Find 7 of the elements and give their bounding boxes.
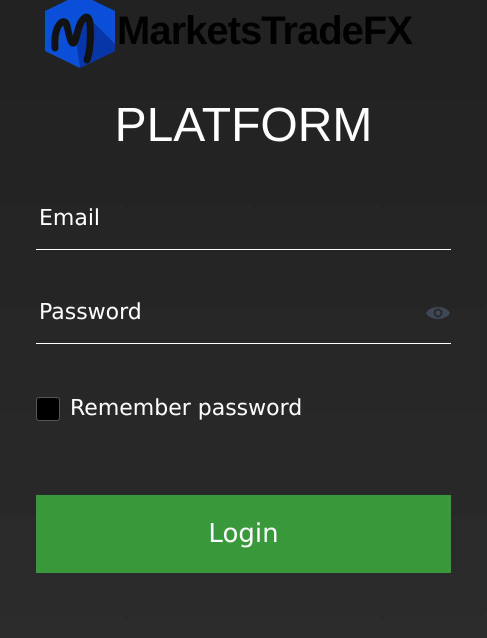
logo-icon — [45, 0, 115, 68]
login-button[interactable]: Login — [36, 495, 451, 573]
remember-checkbox[interactable] — [36, 396, 60, 420]
page-title: PLATFORM — [114, 102, 374, 150]
remember-label: Remember password — [70, 395, 302, 423]
email-field[interactable]: Email — [36, 202, 451, 250]
password-field[interactable]: Password — [39, 296, 425, 329]
